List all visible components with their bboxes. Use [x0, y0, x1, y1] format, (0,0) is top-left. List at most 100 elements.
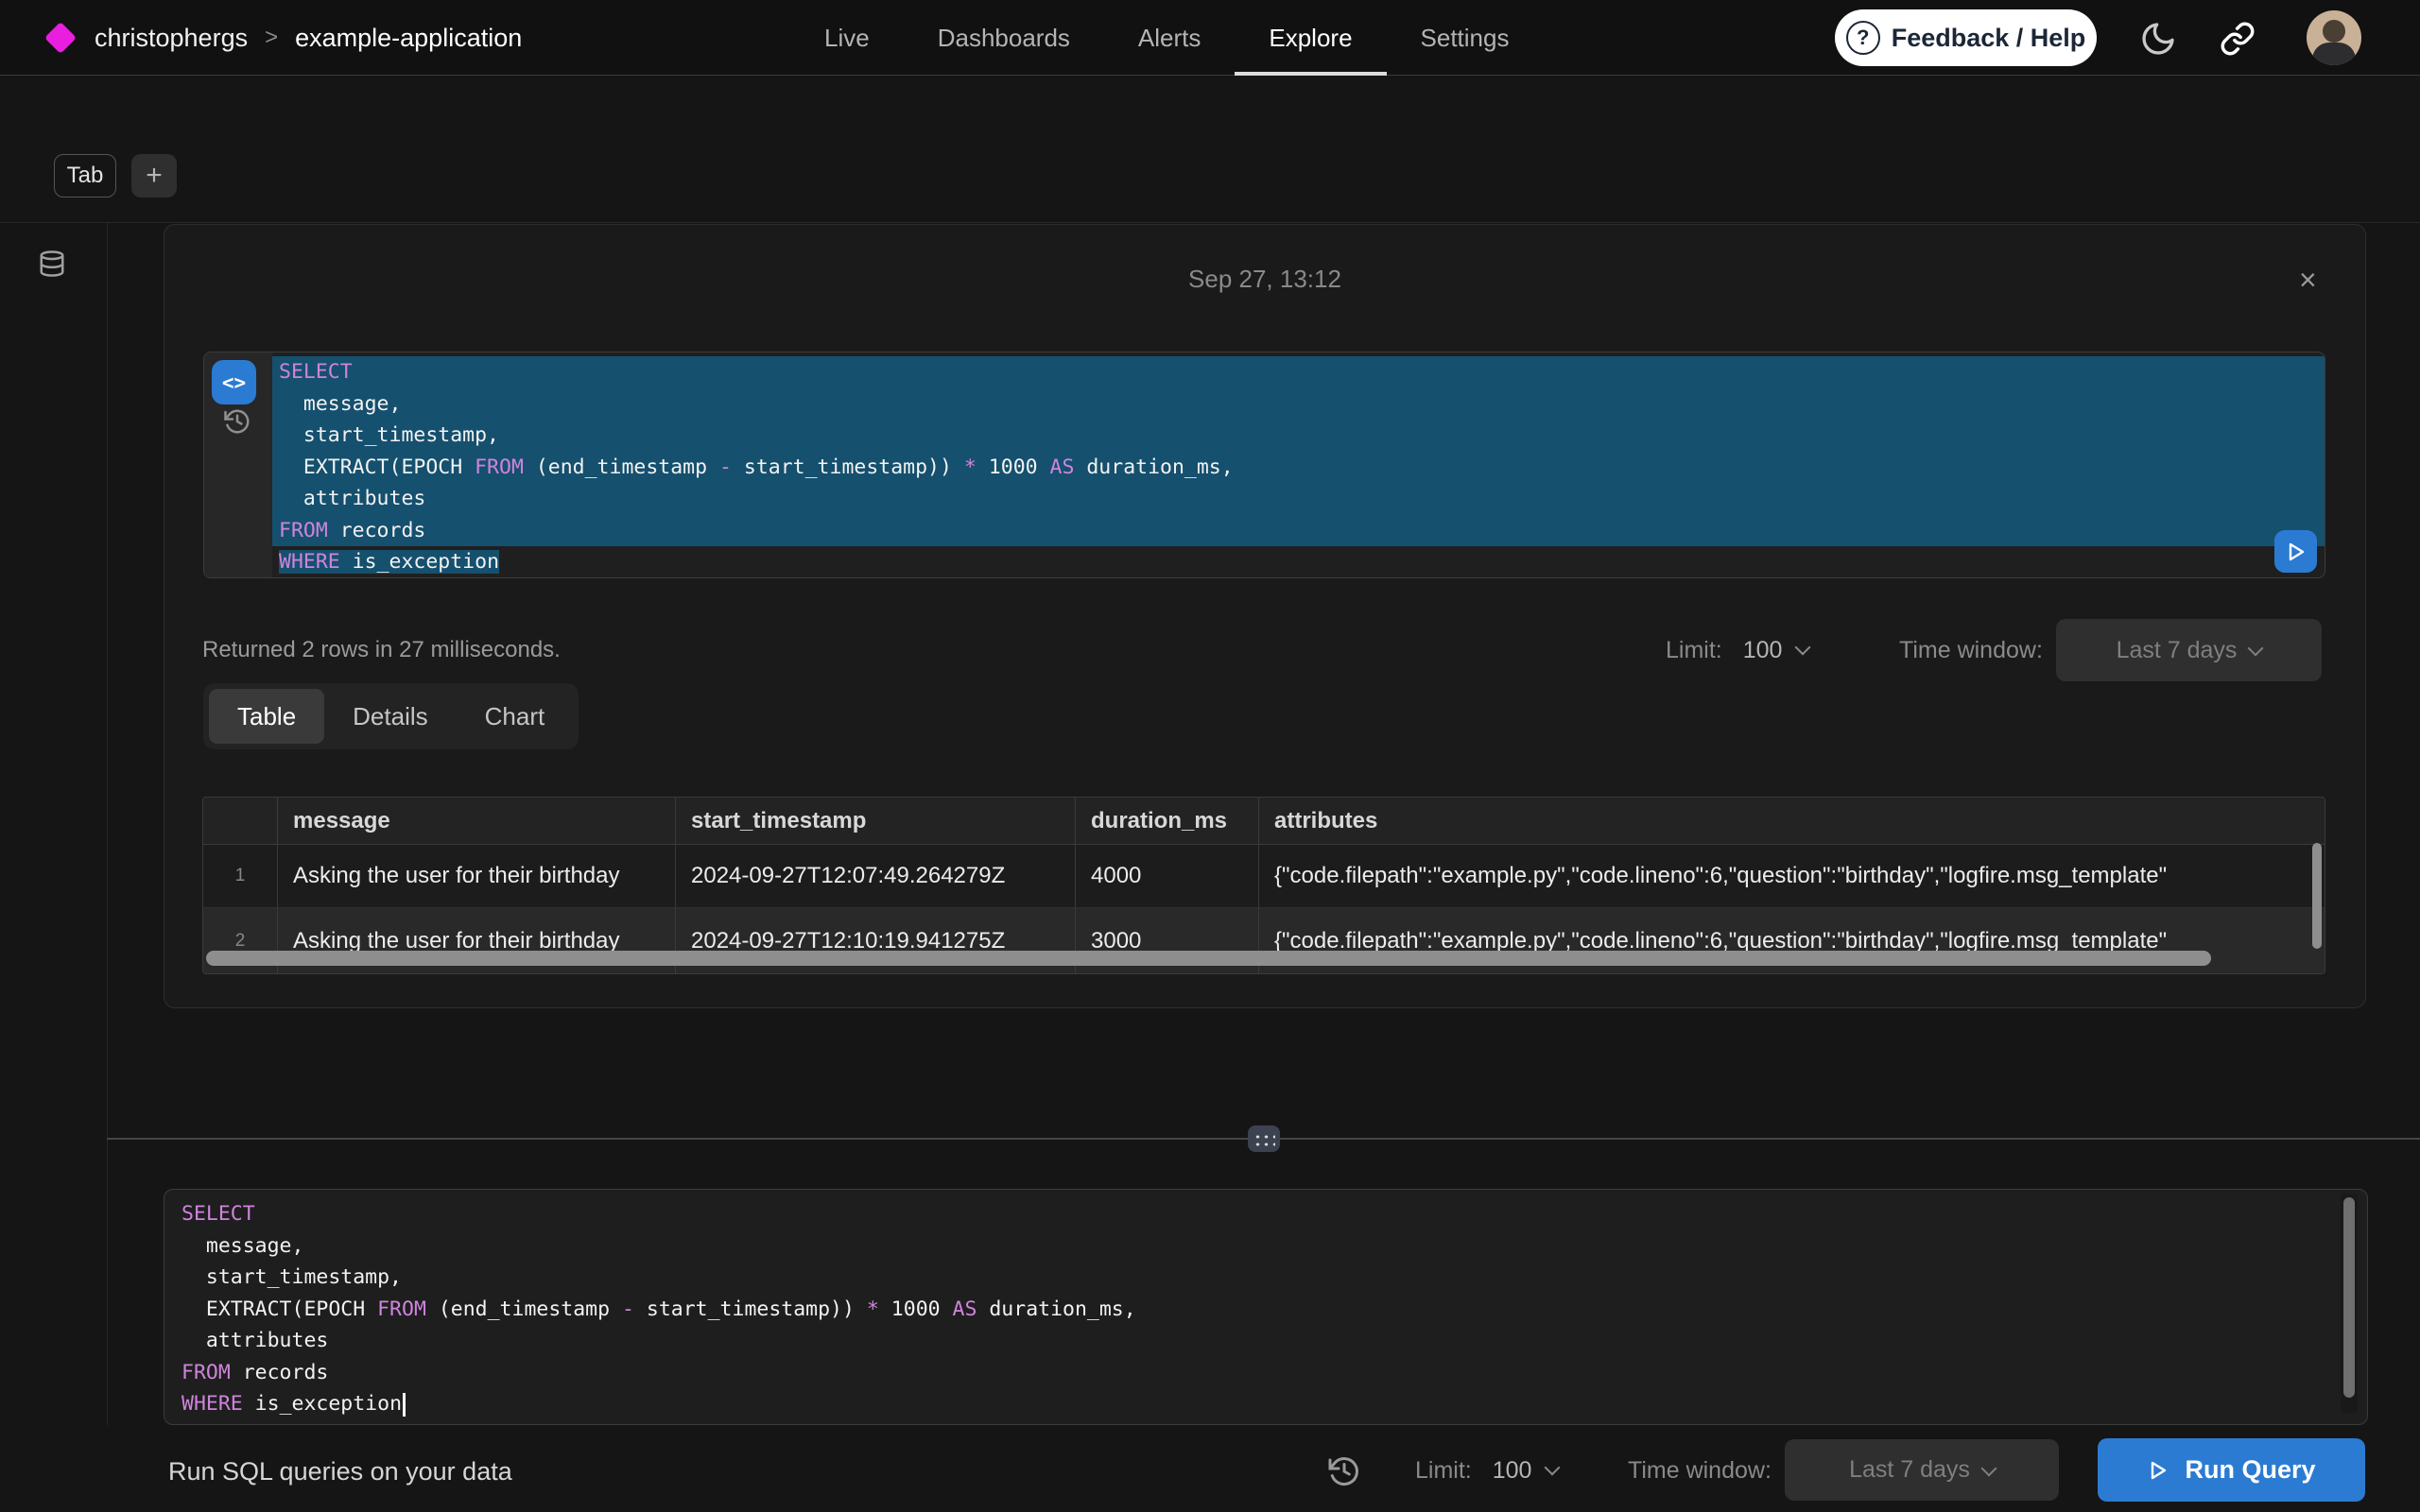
- result-tab-details[interactable]: Details: [324, 689, 456, 744]
- code-line: message,: [272, 388, 2325, 421]
- time-window-value: Last 7 days: [2117, 637, 2238, 664]
- code-line: SELECT: [175, 1198, 2367, 1230]
- play-icon: [2147, 1459, 2169, 1482]
- nav-item-settings[interactable]: Settings: [1387, 0, 1544, 76]
- footer-limit-dropdown[interactable]: Limit: 100: [1415, 1444, 1558, 1497]
- limit-dropdown[interactable]: Limit: 100: [1666, 624, 1808, 677]
- logfire-logo-icon[interactable]: [44, 22, 77, 54]
- plus-icon: +: [146, 160, 163, 192]
- code-line: attributes: [272, 483, 2325, 515]
- play-icon: [2285, 541, 2308, 563]
- column-header-start_timestamp: start_timestamp: [675, 798, 1075, 844]
- code-icon: <>: [222, 371, 246, 394]
- theme-toggle-button[interactable]: [2133, 13, 2184, 64]
- code-line: FROM records: [175, 1357, 2367, 1389]
- code-line: SELECT: [272, 356, 2325, 388]
- breadcrumb: christophergs > example-application: [95, 0, 522, 76]
- column-header-duration_ms: duration_ms: [1075, 798, 1258, 844]
- code-line: WHERE is_exception: [272, 546, 2325, 578]
- footer-time-window-label: Time window:: [1628, 1457, 1772, 1485]
- table-row[interactable]: 1Asking the user for their birthday2024-…: [203, 845, 2325, 908]
- close-icon[interactable]: ×: [2299, 263, 2317, 298]
- nav-item-explore[interactable]: Explore: [1235, 0, 1386, 76]
- chevron-down-icon: [1795, 640, 1811, 656]
- breadcrumb-project[interactable]: example-application: [295, 24, 522, 53]
- executed-sql-code[interactable]: SELECT message, start_timestamp, EXTRACT…: [272, 352, 2325, 577]
- result-tab-table[interactable]: Table: [209, 689, 324, 744]
- database-icon: [38, 248, 66, 280]
- time-window-dropdown[interactable]: Last 7 days: [2056, 619, 2322, 681]
- rerun-query-button[interactable]: [2274, 530, 2317, 573]
- row-number: 1: [203, 845, 277, 907]
- sidebar-divider: [107, 223, 108, 1425]
- moon-icon: [2139, 20, 2177, 58]
- splitter-drag-handle[interactable]: [1248, 1125, 1280, 1152]
- result-view-tabs: TableDetailsChart: [203, 683, 579, 749]
- top-nav: christophergs > example-application Live…: [0, 0, 2420, 76]
- user-avatar[interactable]: [2307, 10, 2361, 65]
- results-table: messagestart_timestampduration_msattribu…: [202, 797, 2325, 974]
- query-history-button[interactable]: [223, 407, 251, 436]
- query-tab[interactable]: Tab: [54, 154, 116, 198]
- horizontal-scrollbar[interactable]: [206, 951, 2211, 966]
- breadcrumb-separator: >: [265, 25, 278, 51]
- history-icon: [1327, 1454, 1361, 1488]
- limit-label: Limit:: [1666, 637, 1722, 664]
- main-nav: LiveDashboardsAlertsExploreSettings: [790, 0, 1543, 76]
- share-link-button[interactable]: [2212, 13, 2263, 64]
- code-line: EXTRACT(EPOCH FROM (end_timestamp - star…: [272, 452, 2325, 484]
- table-cell: Asking the user for their birthday: [277, 845, 675, 907]
- feedback-help-label: Feedback / Help: [1892, 24, 2086, 53]
- row-number-header: [203, 798, 277, 844]
- limit-label: Limit:: [1415, 1457, 1472, 1485]
- code-line: WHERE is_exception: [175, 1388, 2367, 1420]
- table-header-row: messagestart_timestampduration_msattribu…: [203, 798, 2325, 845]
- code-line: attributes: [175, 1325, 2367, 1357]
- divider: [0, 222, 2420, 223]
- run-query-label: Run Query: [2185, 1455, 2315, 1485]
- nav-item-alerts[interactable]: Alerts: [1104, 0, 1235, 76]
- footer-time-window-dropdown[interactable]: Last 7 days: [1785, 1439, 2059, 1501]
- chevron-down-icon: [1980, 1460, 1996, 1476]
- history-icon: [223, 407, 251, 436]
- run-query-button[interactable]: Run Query: [2098, 1438, 2365, 1502]
- code-line: start_timestamp,: [272, 420, 2325, 452]
- table-cell: 4000: [1075, 845, 1258, 907]
- chevron-down-icon: [2248, 641, 2264, 657]
- nav-item-live[interactable]: Live: [790, 0, 904, 76]
- avatar-silhouette: [2323, 20, 2345, 43]
- result-tab-chart[interactable]: Chart: [457, 689, 574, 744]
- logfire-explore-page: christophergs > example-application Live…: [0, 0, 2420, 1512]
- query-status: Returned 2 rows in 27 milliseconds.: [202, 637, 561, 663]
- nav-item-dashboards[interactable]: Dashboards: [904, 0, 1104, 76]
- editor-scrollbar-thumb[interactable]: [2343, 1197, 2355, 1398]
- vertical-scrollbar[interactable]: [2312, 843, 2322, 949]
- question-mark-icon: ?: [1846, 21, 1880, 55]
- limit-value: 100: [1493, 1457, 1532, 1485]
- query-timestamp: Sep 27, 13:12: [164, 265, 2366, 294]
- code-toggle-button[interactable]: <>: [212, 360, 256, 404]
- editor-hint: Run SQL queries on your data: [168, 1457, 512, 1486]
- code-line: start_timestamp,: [175, 1262, 2367, 1294]
- time-window-value: Last 7 days: [1849, 1456, 1970, 1484]
- column-header-attributes: attributes: [1258, 798, 2325, 844]
- code-gutter: <>: [204, 352, 272, 577]
- code-line: EXTRACT(EPOCH FROM (end_timestamp - star…: [175, 1294, 2367, 1326]
- table-cell: {"code.filepath":"example.py","code.line…: [1258, 845, 2325, 907]
- drag-dots-icon: [1253, 1132, 1275, 1146]
- code-line: message,: [175, 1230, 2367, 1263]
- link-icon: [2220, 21, 2256, 57]
- limit-value: 100: [1743, 637, 1783, 664]
- executed-query-block: <> SELECT message, start_timestamp, EXTR…: [203, 352, 2325, 578]
- add-tab-button[interactable]: +: [131, 154, 177, 198]
- time-window-label: Time window:: [1899, 637, 2043, 664]
- schema-browser-button[interactable]: [38, 248, 66, 280]
- code-line: FROM records: [272, 515, 2325, 547]
- breadcrumb-org[interactable]: christophergs: [95, 24, 248, 53]
- column-header-message: message: [277, 798, 675, 844]
- feedback-help-button[interactable]: ? Feedback / Help: [1835, 9, 2097, 66]
- chevron-down-icon: [1545, 1460, 1561, 1476]
- sql-editor[interactable]: SELECT message, start_timestamp, EXTRACT…: [164, 1189, 2368, 1425]
- history-button[interactable]: [1327, 1454, 1361, 1488]
- text-cursor: [403, 1393, 406, 1417]
